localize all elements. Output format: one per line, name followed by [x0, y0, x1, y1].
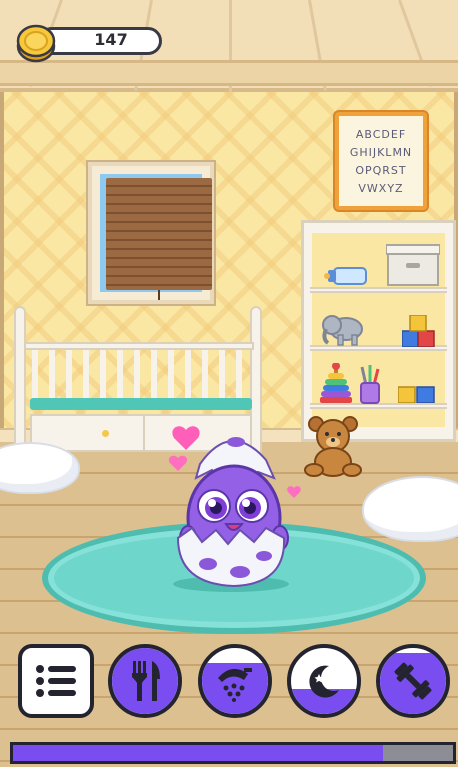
window-glass — [100, 174, 212, 300]
alphabet-poster: ABCDEF GHIJKLMN OPQRST VWXYZ — [335, 112, 427, 210]
toy-shelf — [301, 220, 456, 442]
pencil-cup-icon — [360, 365, 380, 404]
sleep-button[interactable] — [287, 644, 361, 718]
shower-icon — [218, 668, 252, 702]
game-scene: ABCDEF GHIJKLMN OPQRST VWXYZ 147 — [0, 0, 458, 767]
crib-post — [14, 306, 26, 454]
moon-icon — [309, 665, 339, 698]
fork-knife-icon — [132, 661, 160, 701]
gold-coin-icon — [16, 24, 56, 63]
coin-counter[interactable]: 147 — [16, 24, 164, 63]
ring-stacker-icon — [320, 363, 352, 403]
clean-button[interactable] — [198, 644, 272, 718]
drawer-divider — [143, 416, 145, 450]
crib-rail — [24, 342, 254, 350]
heart-icon — [168, 455, 188, 471]
blind-cord — [158, 290, 160, 300]
small-blocks-icon — [398, 386, 435, 403]
poster-line: VWXYZ — [358, 181, 404, 195]
food-button[interactable] — [108, 644, 182, 718]
poster-line: ABCDEF — [355, 127, 407, 141]
window-blind — [106, 178, 212, 290]
poster-line: OPQRST — [355, 163, 407, 177]
shelf-board — [310, 287, 447, 293]
dumbbell-icon — [394, 662, 432, 700]
list-icon — [36, 665, 76, 697]
fitness-button[interactable] — [376, 644, 450, 718]
pet-in-egg[interactable] — [156, 424, 306, 594]
crib-mattress — [30, 398, 252, 410]
level-progress-fill — [13, 745, 383, 761]
abc-blocks-icon — [402, 315, 435, 347]
baby-bottle-icon — [324, 267, 367, 285]
menu-button[interactable] — [18, 644, 94, 718]
drawer-knob — [102, 430, 109, 437]
heart-icon — [172, 426, 200, 450]
level-progress-bar — [10, 742, 456, 764]
coin-count: 147 — [94, 30, 128, 49]
toy-elephant-icon — [322, 315, 363, 346]
teddy-bear-icon — [304, 416, 362, 477]
storage-box-icon — [386, 244, 440, 286]
poster-line: GHIJKLMN — [349, 145, 413, 159]
ceiling-trim — [0, 60, 458, 86]
heart-icon — [287, 486, 301, 498]
window — [88, 162, 214, 304]
